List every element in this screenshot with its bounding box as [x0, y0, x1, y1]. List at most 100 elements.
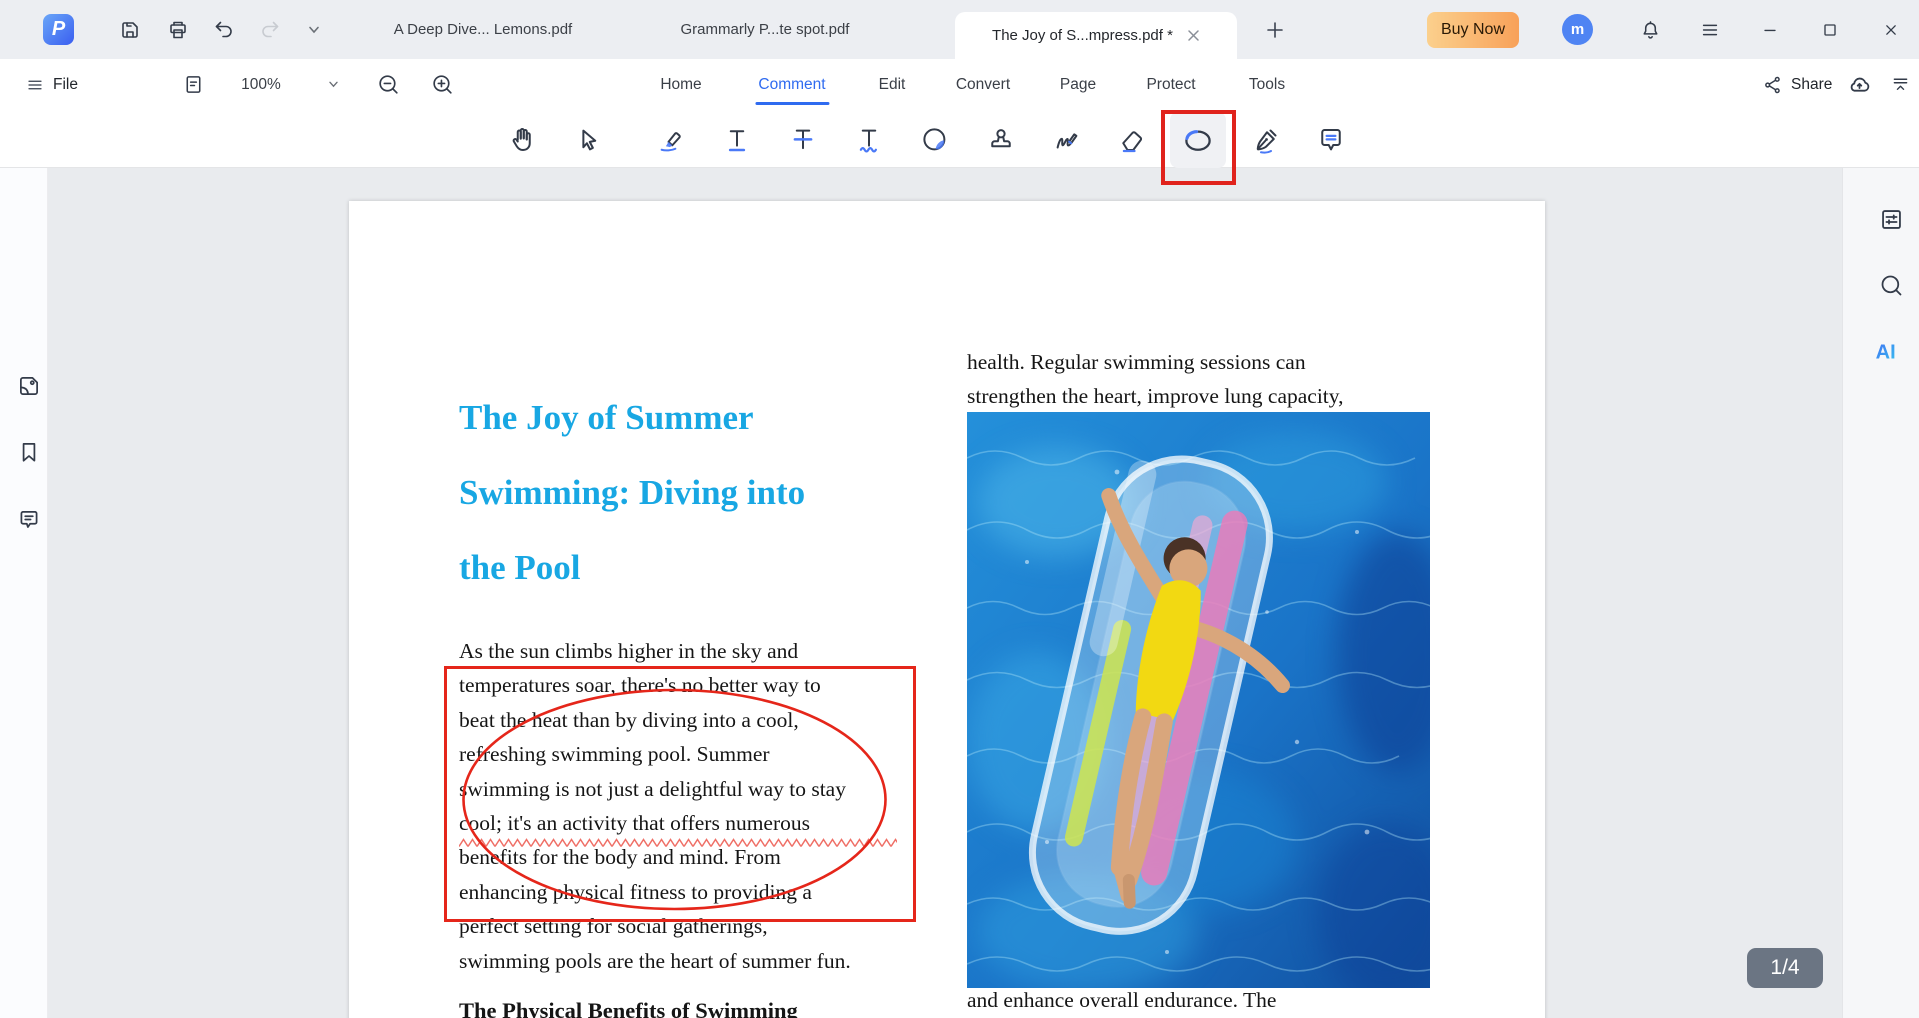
- avatar[interactable]: m: [1562, 14, 1593, 45]
- next-section-heading: The Physical Benefits of Swimming: [459, 998, 798, 1018]
- document-tab-1[interactable]: A Deep Dive... Lemons.pdf: [358, 0, 608, 59]
- body-line: swimming pools are the heart of summer f…: [459, 948, 851, 973]
- body-line: As the sun climbs higher in the sky and: [459, 639, 799, 663]
- file-menu-button[interactable]: File: [26, 59, 78, 110]
- pencil-tool-button[interactable]: [1039, 112, 1095, 168]
- highlighter-icon: [660, 132, 681, 152]
- tab-protect[interactable]: Protect: [1146, 59, 1195, 110]
- highlight-tool-button[interactable]: [643, 112, 699, 168]
- body-line: strengthen the heart, improve lung capac…: [967, 384, 1344, 408]
- zoom-dropdown-button[interactable]: [328, 59, 339, 110]
- collapse-toolbar-button[interactable]: [1890, 59, 1911, 110]
- body-line: refreshing swimming pool. Summer: [459, 742, 770, 767]
- properties-icon: [1881, 209, 1901, 229]
- minimize-icon: [1764, 29, 1776, 32]
- oval-tool-button[interactable]: [1170, 112, 1226, 168]
- document-tab-label: The Joy of S...mpress.pdf *: [992, 27, 1173, 44]
- redo-button[interactable]: [256, 16, 284, 44]
- select-tool-button[interactable]: [561, 112, 617, 168]
- close-tab-button[interactable]: [1187, 29, 1200, 42]
- oval-icon: [1185, 130, 1211, 151]
- maximize-button[interactable]: [1816, 16, 1844, 44]
- page-indicator-badge: 1/4: [1747, 948, 1823, 988]
- bookmarks-panel-button[interactable]: [14, 437, 44, 467]
- main-menu-button[interactable]: [1696, 16, 1724, 44]
- maximize-icon: [1824, 24, 1836, 36]
- zoom-out-icon: [379, 75, 398, 94]
- undo-icon: [215, 21, 232, 38]
- body-line: perfect setting for social gatherings,: [459, 914, 768, 939]
- body-line: cool; it's an activity that offers numer…: [459, 811, 810, 836]
- hand-tool-button[interactable]: [495, 112, 551, 168]
- page-display-icon: [186, 76, 201, 93]
- right-sidebar: AI: [1842, 168, 1919, 1018]
- zoom-out-button[interactable]: [376, 59, 401, 110]
- underline-tool-button[interactable]: [709, 112, 765, 168]
- pdfelement-window: P A Deep Dive... Lemons.pdf Grammarly P.…: [0, 0, 1919, 1018]
- collapse-toolbar-icon: [1893, 78, 1908, 91]
- body-line: swimming is not just a delightful way to…: [459, 776, 846, 801]
- menu-bar: File 100% Home Comment Edit Convert Page…: [0, 59, 1919, 157]
- tab-tools[interactable]: Tools: [1249, 59, 1285, 110]
- stamp-tool-button[interactable]: [973, 112, 1029, 168]
- left-sidebar: [0, 168, 48, 1018]
- new-tab-button[interactable]: [1261, 16, 1289, 44]
- notifications-button[interactable]: [1636, 16, 1664, 44]
- undo-button[interactable]: [210, 16, 238, 44]
- signature-tool-button[interactable]: [1238, 112, 1294, 168]
- body-line: beat the heat than by diving into a cool…: [459, 707, 799, 732]
- thumbnails-icon: [20, 377, 38, 395]
- note-tool-button[interactable]: [1303, 112, 1359, 168]
- buy-now-button[interactable]: Buy Now: [1427, 12, 1519, 48]
- search-panel-button[interactable]: [1876, 270, 1906, 300]
- document-tab-2[interactable]: Grammarly P...te spot.pdf: [640, 0, 890, 59]
- close-window-button[interactable]: [1877, 16, 1905, 44]
- strikethrough-tool-button[interactable]: [775, 112, 831, 168]
- page-display-button[interactable]: [182, 59, 205, 110]
- zoom-level-value[interactable]: 100%: [230, 59, 292, 110]
- history-dropdown-button[interactable]: [300, 16, 328, 44]
- cloud-upload-button[interactable]: [1846, 59, 1873, 110]
- save-button[interactable]: [116, 16, 144, 44]
- cursor-icon: [582, 129, 597, 151]
- ai-panel-button[interactable]: AI: [1874, 336, 1904, 366]
- paragraph-right-column-top: health. Regular swimming sessions can st…: [967, 345, 1344, 413]
- properties-panel-button[interactable]: [1876, 204, 1906, 234]
- caret-down-icon: [329, 81, 338, 88]
- share-button[interactable]: Share: [1762, 59, 1832, 110]
- document-title: The Joy of Summer Swimming: Diving into …: [459, 380, 805, 605]
- pencil-signature-icon: [1056, 133, 1078, 149]
- tab-comment[interactable]: Comment: [758, 59, 825, 110]
- area-highlight-tool-button[interactable]: [907, 112, 963, 168]
- comments-icon: [20, 511, 38, 528]
- squiggly-tool-button[interactable]: [841, 112, 897, 168]
- comments-panel-button[interactable]: [14, 505, 44, 535]
- print-icon: [170, 21, 186, 39]
- pool-photo: [967, 412, 1430, 988]
- ai-icon: AI: [1876, 342, 1896, 364]
- document-tab-3-active[interactable]: The Joy of S...mpress.pdf *: [955, 12, 1237, 59]
- paragraph-left-column: As the sun climbs higher in the sky and …: [459, 634, 851, 978]
- text-squiggly-icon: [859, 129, 877, 153]
- paragraph-right-column-bottom: and enhance overall endurance. The: [967, 988, 1277, 1012]
- tab-home[interactable]: Home: [660, 59, 701, 110]
- comment-note-icon: [1321, 129, 1341, 151]
- tab-edit[interactable]: Edit: [879, 59, 906, 110]
- zoom-in-button[interactable]: [430, 59, 455, 110]
- tab-convert[interactable]: Convert: [956, 59, 1010, 110]
- title-line: The Joy of Summer: [459, 398, 754, 437]
- stamp-icon: [991, 129, 1011, 148]
- print-button[interactable]: [164, 16, 192, 44]
- caret-down-icon: [309, 26, 319, 34]
- text-strikethrough-icon: [793, 129, 813, 150]
- eraser-tool-button[interactable]: [1104, 112, 1160, 168]
- minimize-button[interactable]: [1756, 16, 1784, 44]
- menu-icon: [1702, 24, 1718, 36]
- title-line: Swimming: Diving into: [459, 473, 806, 512]
- thumbnails-panel-button[interactable]: [14, 371, 44, 401]
- tab-page[interactable]: Page: [1060, 59, 1096, 110]
- close-icon: [1886, 25, 1896, 35]
- plus-icon: [1267, 22, 1283, 38]
- pen-nib-icon: [1256, 129, 1277, 154]
- ai-label: AI: [1876, 342, 1896, 364]
